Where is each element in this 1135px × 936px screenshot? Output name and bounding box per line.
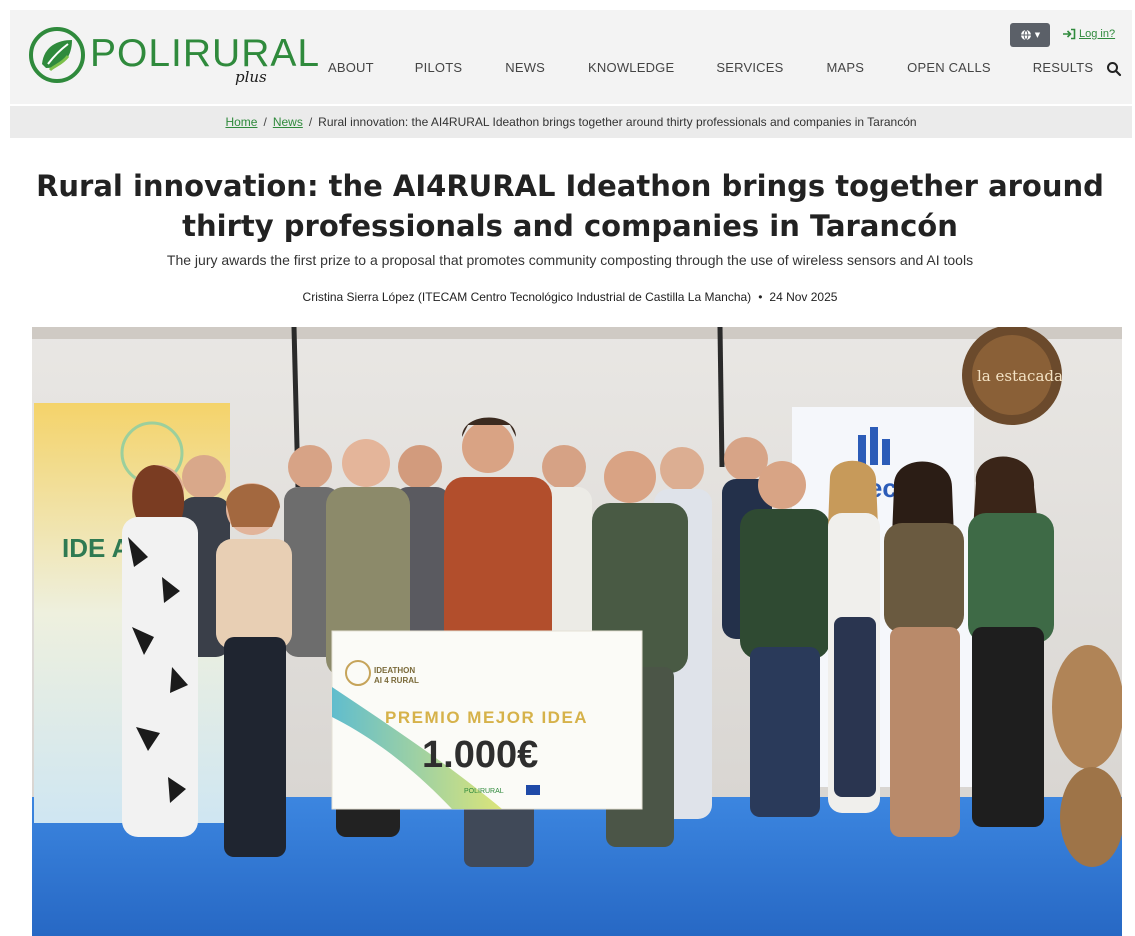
leaf-logo-icon (29, 27, 85, 83)
right-banner-mark (858, 435, 866, 465)
globe-icon (1020, 29, 1031, 41)
language-selector[interactable]: ▼ (1010, 23, 1050, 47)
person (122, 465, 198, 837)
wine-barrel (1060, 767, 1122, 867)
nav-maps[interactable]: MAPS (826, 60, 864, 75)
article-hero-photo: IDE AI itecam la estacada IDEATHON AI 4 … (32, 327, 1122, 936)
logo-wordmark: POLIRURAL (90, 32, 321, 75)
breadcrumb-home[interactable]: Home (225, 115, 257, 129)
breadcrumb-separator: / (308, 115, 313, 129)
article-date: 24 Nov 2025 (769, 290, 838, 304)
photo-pole (717, 327, 725, 468)
wine-barrel (1052, 645, 1122, 769)
article-author: Cristina Sierra López (ITECAM Centro Tec… (302, 290, 752, 304)
breadcrumb-current: Rural innovation: the AI4RURAL Ideathon … (318, 115, 917, 129)
nav-open-calls[interactable]: OPEN CALLS (907, 60, 991, 75)
check-logo-line1: IDEATHON (374, 666, 415, 675)
search-icon[interactable] (1106, 61, 1122, 77)
check-logo-line2: AI 4 RURAL (374, 676, 419, 685)
right-banner-mark (870, 427, 878, 465)
polirural-logo[interactable]: POLIRURAL plus (28, 20, 319, 90)
article-byline: Cristina Sierra López (ITECAM Centro Tec… (20, 290, 1120, 304)
person (740, 461, 830, 817)
nav-knowledge[interactable]: KNOWLEDGE (588, 60, 674, 75)
login-label: Log in? (1079, 28, 1116, 40)
breadcrumb: Home / News / Rural innovation: the AI4R… (10, 106, 1132, 138)
breadcrumb-separator: / (263, 115, 267, 129)
site-header: POLIRURAL plus ABOUT PILOTS NEWS KNOWLED… (10, 10, 1132, 104)
photo-ceiling-shadow (32, 327, 1122, 339)
eu-flag-icon (526, 785, 540, 795)
check-amount: 1.000€ (422, 734, 538, 776)
nav-about[interactable]: ABOUT (328, 60, 374, 75)
byline-separator: • (758, 290, 763, 304)
nav-news[interactable]: NEWS (505, 60, 545, 75)
check-heading: PREMIO MEJOR IDEA (385, 708, 588, 727)
breadcrumb-news[interactable]: News (273, 115, 303, 129)
nav-services[interactable]: SERVICES (716, 60, 783, 75)
article-subtitle: The jury awards the first prize to a pro… (166, 252, 974, 268)
prize-check: IDEATHON AI 4 RURAL PREMIO MEJOR IDEA 1.… (331, 630, 643, 810)
login-link[interactable]: Log in? (1062, 28, 1115, 40)
barrel-sign-text: la estacada (977, 367, 1063, 385)
right-banner-mark (882, 439, 890, 465)
nav-pilots[interactable]: PILOTS (415, 60, 462, 75)
article-title: Rural innovation: the AI4RURAL Ideathon … (36, 169, 1104, 243)
person (828, 460, 880, 813)
chevron-down-icon: ▼ (1034, 31, 1041, 39)
main-nav: ABOUT PILOTS NEWS KNOWLEDGE SERVICES MAP… (328, 60, 1093, 75)
person (884, 461, 964, 837)
logo-suffix: plus (235, 68, 267, 86)
check-footer-logo: POLIRURAL (464, 788, 504, 795)
nav-results[interactable]: RESULTS (1033, 60, 1093, 75)
sign-in-icon (1063, 28, 1076, 40)
group-photo-illustration: IDE AI itecam la estacada IDEATHON AI 4 … (32, 327, 1122, 936)
